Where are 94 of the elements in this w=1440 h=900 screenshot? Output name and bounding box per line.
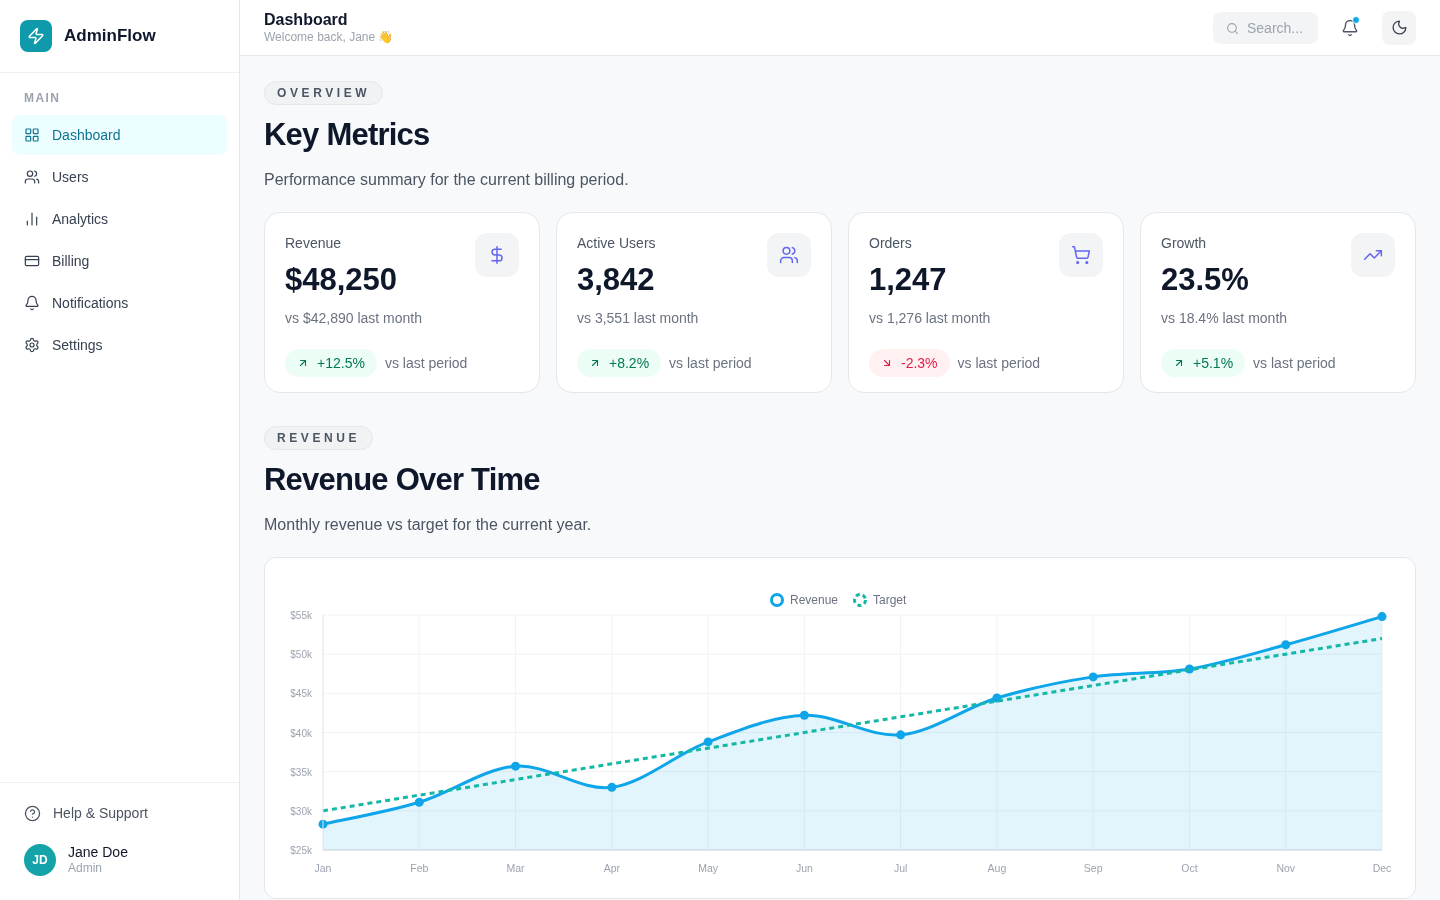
nav-item[interactable]: Analytics <box>12 199 227 239</box>
revenue-legend-icon <box>770 593 784 607</box>
arrow-down-right-icon <box>881 357 893 369</box>
metric-label: Orders <box>869 234 913 253</box>
data-point <box>896 730 906 740</box>
x-tick-label: Nov <box>1276 862 1296 874</box>
y-tick-label: $25k <box>290 845 312 856</box>
bell-icon <box>1341 18 1359 37</box>
section-label: MAIN <box>23 90 62 107</box>
metric-value: $48,250 <box>285 264 399 295</box>
nav-item[interactable]: Notifications <box>12 283 227 323</box>
arrow-up-right-icon <box>1173 357 1185 369</box>
data-point <box>414 797 424 807</box>
data-point <box>703 737 713 747</box>
help-link[interactable]: Help & Support <box>24 802 215 824</box>
nav-item[interactable]: Billing <box>12 241 227 281</box>
welcome-text: Welcome back, Jane 👋 <box>264 30 394 45</box>
target-legend-icon <box>853 593 867 607</box>
metric-label: Growth <box>1161 234 1208 253</box>
change-badge: +5.1% <box>1161 349 1246 377</box>
data-point <box>318 819 328 829</box>
section-title: Key Metrics <box>264 119 431 150</box>
credit-card-icon <box>24 253 40 269</box>
x-tick-label: Feb <box>410 862 429 874</box>
data-point <box>1377 612 1387 622</box>
cart-icon <box>1071 245 1091 265</box>
user-avatar: JD <box>24 843 56 876</box>
y-tick-label: $30k <box>290 805 312 817</box>
x-tick-label: Mar <box>506 862 525 874</box>
users-icon <box>24 169 40 185</box>
search-icon <box>1226 21 1239 35</box>
data-point <box>799 710 809 720</box>
change-badge: -2.3% <box>869 349 950 377</box>
change-badge: +12.5% <box>285 349 377 377</box>
y-tick-label: $45k <box>290 688 312 700</box>
metric-value: 3,842 <box>577 264 656 295</box>
y-tick-label: $50k <box>290 649 312 661</box>
legend-label: Revenue <box>790 593 839 607</box>
search-field[interactable]: Search... <box>1213 11 1318 44</box>
metric-value: 1,247 <box>869 264 948 295</box>
x-tick-label: Aug <box>987 862 1007 874</box>
users-icon <box>779 245 799 265</box>
change-note: vs last period <box>669 353 752 373</box>
metric-comparison: vs 18.4% last month <box>1161 309 1289 328</box>
metric-label: Revenue <box>285 234 343 253</box>
user-role: Admin <box>68 861 103 876</box>
y-tick-label: $55k <box>290 610 312 621</box>
x-tick-label: Jun <box>795 862 813 874</box>
y-tick-label: $40k <box>290 727 312 739</box>
nav-item[interactable]: Settings <box>12 325 227 365</box>
data-point <box>511 761 521 771</box>
change-note: vs last period <box>957 353 1041 373</box>
settings-icon <box>24 337 40 353</box>
data-point <box>1281 640 1291 650</box>
brand-name: AdminFlow <box>64 25 156 48</box>
arrow-up-right-icon <box>589 357 601 369</box>
x-tick-label: Dec <box>1372 862 1392 874</box>
x-tick-label: Apr <box>603 862 620 874</box>
data-point <box>1088 672 1098 682</box>
section-tag: REVENUE <box>264 426 374 450</box>
grid-icon <box>24 127 40 143</box>
x-tick-label: Jul <box>893 862 908 874</box>
change-note: vs last period <box>384 353 468 373</box>
data-point <box>992 693 1002 703</box>
arrow-up-right-icon <box>297 357 309 369</box>
metric-comparison: vs 3,551 last month <box>577 309 700 328</box>
page-title: Dashboard <box>264 10 349 30</box>
data-point <box>607 782 617 792</box>
section-title: Revenue Over Time <box>264 464 541 495</box>
bar-chart-icon <box>24 211 40 227</box>
change-badge: +8.2% <box>577 349 662 377</box>
metric-comparison: vs 1,276 last month <box>869 309 992 328</box>
section-description: Performance summary for the current billing period. <box>264 170 630 190</box>
logo-icon <box>20 20 52 52</box>
change-note: vs last period <box>1253 353 1336 373</box>
x-tick-label: May <box>698 862 718 874</box>
legend-label: Target <box>873 593 907 607</box>
y-tick-label: $35k <box>290 766 312 778</box>
moon-icon <box>1390 19 1408 36</box>
section-description: Monthly revenue vs target for the current year. <box>264 515 593 535</box>
section-tag: OVERVIEW <box>264 81 384 105</box>
metric-label: Active Users <box>577 234 657 253</box>
nav-item[interactable]: Users <box>12 157 227 197</box>
x-tick-label: Oct <box>1181 862 1198 874</box>
metric-comparison: vs $42,890 last month <box>285 309 423 328</box>
x-tick-label: Sep <box>1083 862 1103 874</box>
theme-toggle-button[interactable] <box>1382 10 1416 45</box>
user-name: Jane Doe <box>68 843 128 861</box>
bell-icon <box>24 295 40 311</box>
metric-value: 23.5% <box>1161 264 1250 295</box>
help-icon <box>24 804 41 822</box>
data-point <box>1184 664 1194 674</box>
nav-item[interactable]: Dashboard <box>12 115 227 155</box>
x-tick-label: Jan <box>314 862 332 874</box>
